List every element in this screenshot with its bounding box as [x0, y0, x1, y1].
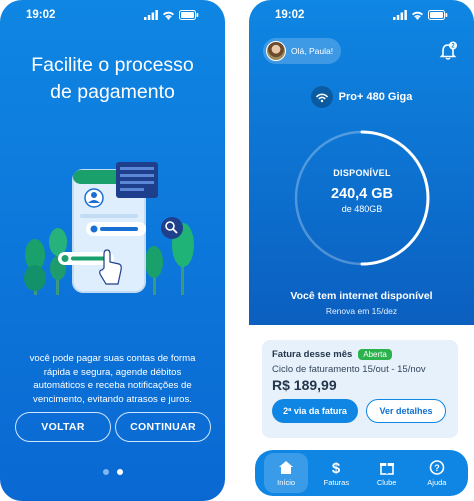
page-dot[interactable]: [102, 469, 109, 475]
battery-icon: [179, 10, 199, 20]
tab-ajuda[interactable]: ? Ajuda: [415, 453, 459, 493]
tab-label: Clube: [376, 477, 397, 487]
continue-button[interactable]: CONTINUAR: [115, 412, 211, 442]
invoice-title: Fatura desse mês: [272, 349, 353, 360]
status-bar: 19:02: [249, 0, 474, 30]
billing-cycle: Ciclo de faturamento 15/out - 15/nov: [272, 364, 426, 375]
invoice-amount: R$ 189,99: [272, 377, 337, 393]
wifi-icon: [163, 11, 174, 20]
wifi-plan-icon: [310, 86, 333, 108]
tab-label: Faturas: [323, 477, 350, 487]
status-time: 19:02: [26, 9, 56, 21]
onboarding-screen: 19:02 Facilite o processo de pagamento v…: [0, 0, 225, 501]
signal-icon: [144, 10, 158, 20]
usage-value: 240,4 GB: [330, 186, 394, 202]
greeting: Olá, Paula!: [291, 46, 334, 56]
onboarding-title-line1: Facilite o processo: [31, 54, 194, 76]
usage-total: de 480GB: [341, 204, 383, 214]
signal-icon: [393, 10, 407, 20]
home-screen: 19:02 Olá, Paula! 2 Pro+ 480 Giga DISPON…: [249, 0, 474, 501]
onboarding-title: Facilite o processo de pagamento: [10, 52, 215, 106]
svg-text:$: $: [332, 460, 341, 475]
tab-label: Início: [277, 477, 296, 487]
invoice-copy-button[interactable]: 2ª via da fatura: [272, 399, 358, 423]
onboarding-title-line2: de pagamento: [50, 81, 175, 103]
tree-icon: [24, 239, 46, 295]
invoice-details-button[interactable]: Ver detalhes: [366, 399, 446, 423]
status-icons: [393, 10, 448, 20]
internet-renew-date: Renova em 15/dez: [325, 306, 398, 316]
plan-row: Pro+ 480 Giga: [249, 86, 474, 108]
tree-icon: [145, 246, 163, 295]
onboarding-description: você pode pagar suas contas de forma ráp…: [29, 353, 196, 405]
payment-illustration: [24, 162, 194, 295]
home-icon: [279, 460, 294, 474]
page-dot-active[interactable]: [116, 469, 123, 475]
bell-icon[interactable]: 2: [438, 41, 458, 61]
wifi-icon: [412, 11, 423, 20]
status-time: 19:02: [275, 9, 305, 21]
tab-clube[interactable]: Clube: [365, 453, 409, 493]
battery-icon: [428, 10, 448, 20]
bottom-tab-bar: Início $ Faturas Clube ? Ajuda: [255, 450, 468, 496]
tab-faturas[interactable]: $ Faturas: [314, 453, 358, 493]
help-icon: ?: [429, 459, 445, 475]
gift-icon: [379, 462, 394, 475]
status-bar: 19:02: [0, 0, 225, 30]
page-indicator: [0, 469, 225, 475]
status-icons: [144, 10, 199, 20]
tab-inicio[interactable]: Início: [264, 453, 309, 493]
svg-text:?: ?: [434, 463, 440, 473]
usage-readout: DISPONÍVEL 240,4 GB de 480GB: [292, 168, 432, 214]
invoice-card: Fatura desse mês Aberta Ciclo de faturam…: [262, 340, 458, 438]
usage-label: DISPONÍVEL: [333, 168, 391, 178]
tab-label: Ajuda: [427, 477, 447, 487]
dollar-icon: $: [332, 460, 341, 475]
user-chip[interactable]: Olá, Paula!: [263, 38, 341, 64]
internet-status-title: Você tem internet disponível: [290, 290, 433, 302]
status-badge: Aberta: [358, 349, 392, 360]
plan-name: Pro+ 480 Giga: [338, 91, 413, 103]
back-button[interactable]: VOLTAR: [15, 412, 111, 442]
avatar: [266, 41, 286, 61]
